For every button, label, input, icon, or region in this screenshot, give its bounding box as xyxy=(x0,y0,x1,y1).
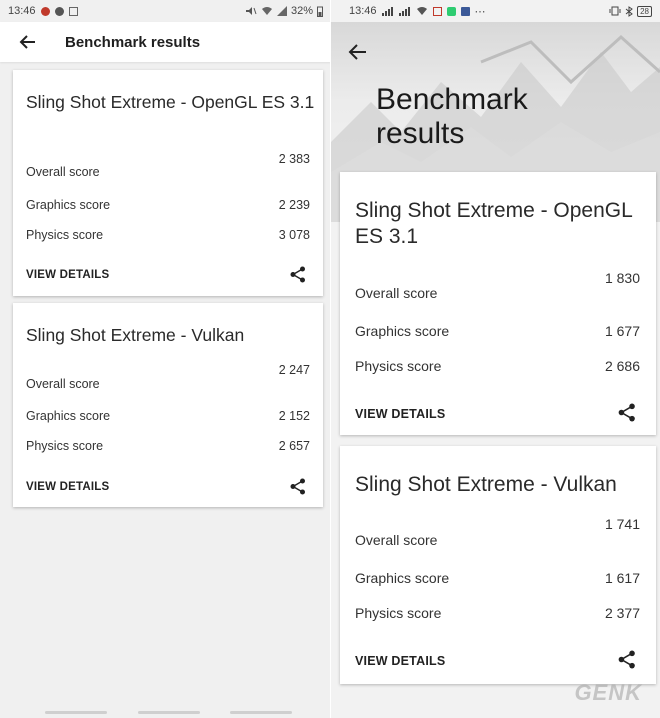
mute-icon xyxy=(245,7,257,15)
app-notification-icon xyxy=(40,6,50,16)
card-title: Sling Shot Extreme - Vulkan xyxy=(26,325,245,345)
card-title: Sling Shot Extreme - Vulkan xyxy=(355,473,617,496)
share-icon[interactable] xyxy=(618,650,636,669)
view-details-button[interactable]: VIEW DETAILS xyxy=(26,481,109,493)
share-icon[interactable] xyxy=(618,403,636,422)
overall-score-value: 2 383 xyxy=(278,152,310,166)
graphics-score-label: Graphics score xyxy=(26,198,111,212)
graphics-score-label: Graphics score xyxy=(355,570,450,586)
status-time: 13:46 xyxy=(8,5,36,17)
physics-score-value: 2 377 xyxy=(604,605,640,621)
result-card-opengl: Sling Shot Extreme - OpenGL ES 3.1 Overa… xyxy=(340,172,656,435)
graphics-score-value: 2 152 xyxy=(278,409,310,423)
result-card-vulkan: Sling Shot Extreme - Vulkan Overall scor… xyxy=(13,303,323,507)
overall-score-value: 2 247 xyxy=(278,363,310,377)
page-title-line-2: results xyxy=(376,117,465,150)
notification-icon xyxy=(54,6,64,16)
physics-score-label: Physics score xyxy=(355,358,442,374)
physics-score-value: 2 657 xyxy=(278,439,310,453)
overall-score-label: Overall score xyxy=(355,532,438,548)
watermark-logo: GENK xyxy=(574,680,642,705)
nav-home-handle[interactable] xyxy=(138,711,200,714)
result-card-opengl: Sling Shot Extreme - OpenGL ES 3.1 Overa… xyxy=(13,70,323,296)
signal-icon xyxy=(381,6,393,16)
more-notifications-icon: ⋯ xyxy=(474,5,486,18)
app-bar: Benchmark results xyxy=(0,22,331,62)
overall-score-value: 1 830 xyxy=(604,270,640,286)
nav-back-handle[interactable] xyxy=(230,711,292,714)
wifi-icon xyxy=(416,7,427,15)
battery-indicator: 28 xyxy=(637,5,652,17)
left-phone-screen: 13:46 32% Benchmark results Sling Shot E… xyxy=(0,0,331,718)
page-title: Benchmark results xyxy=(376,83,528,151)
graphics-score-value: 1 617 xyxy=(604,570,640,586)
signal-2-icon xyxy=(398,6,410,16)
battery-icon xyxy=(317,6,323,17)
view-details-button[interactable]: VIEW DETAILS xyxy=(355,654,445,668)
back-arrow-icon[interactable] xyxy=(19,33,37,51)
result-card-vulkan: Sling Shot Extreme - Vulkan Overall scor… xyxy=(340,446,656,684)
status-bar: 13:46 ⋯ 28 xyxy=(331,0,660,22)
graphics-score-value: 1 677 xyxy=(604,323,640,339)
view-details-button[interactable]: VIEW DETAILS xyxy=(26,269,109,281)
card-title: Sling Shot Extreme - OpenGL ES 3.1 xyxy=(26,92,315,112)
status-bar: 13:46 32% xyxy=(0,0,331,22)
share-icon[interactable] xyxy=(290,266,306,283)
overall-score-label: Overall score xyxy=(26,377,100,391)
view-details-button[interactable]: VIEW DETAILS xyxy=(355,407,445,421)
physics-score-label: Physics score xyxy=(355,605,442,621)
graphics-score-label: Graphics score xyxy=(26,409,111,423)
graphics-score-value: 2 239 xyxy=(278,198,310,212)
signal-icon xyxy=(276,6,287,16)
image-notification-icon xyxy=(68,6,78,16)
graphics-score-label: Graphics score xyxy=(355,323,450,339)
page-title: Benchmark results xyxy=(65,33,201,51)
nav-recent-handle[interactable] xyxy=(45,711,107,714)
card-title: Sling Shot Extreme - OpenGL ES 3.1 xyxy=(355,199,633,248)
bluetooth-icon xyxy=(625,5,633,17)
physics-score-label: Physics score xyxy=(26,228,104,242)
back-arrow-icon[interactable] xyxy=(348,42,368,62)
status-time: 13:46 xyxy=(349,5,377,17)
overall-score-label: Overall score xyxy=(355,285,438,301)
right-phone-screen: 13:46 ⋯ 28 Benchmark results Sling Shot … xyxy=(331,0,660,718)
vibrate-icon xyxy=(609,6,621,16)
physics-score-value: 3 078 xyxy=(278,228,310,242)
page-title-line-1: Benchmark xyxy=(376,83,528,116)
gmail-icon xyxy=(432,6,442,16)
physics-score-value: 2 686 xyxy=(604,358,640,374)
share-icon[interactable] xyxy=(290,478,306,495)
physics-score-label: Physics score xyxy=(26,439,104,453)
overall-score-label: Overall score xyxy=(26,165,100,179)
battery-percent: 32% xyxy=(290,5,313,17)
overall-score-value: 1 741 xyxy=(604,516,640,532)
wifi-icon xyxy=(261,7,272,15)
message-icon xyxy=(446,6,456,16)
facebook-icon xyxy=(460,6,470,16)
